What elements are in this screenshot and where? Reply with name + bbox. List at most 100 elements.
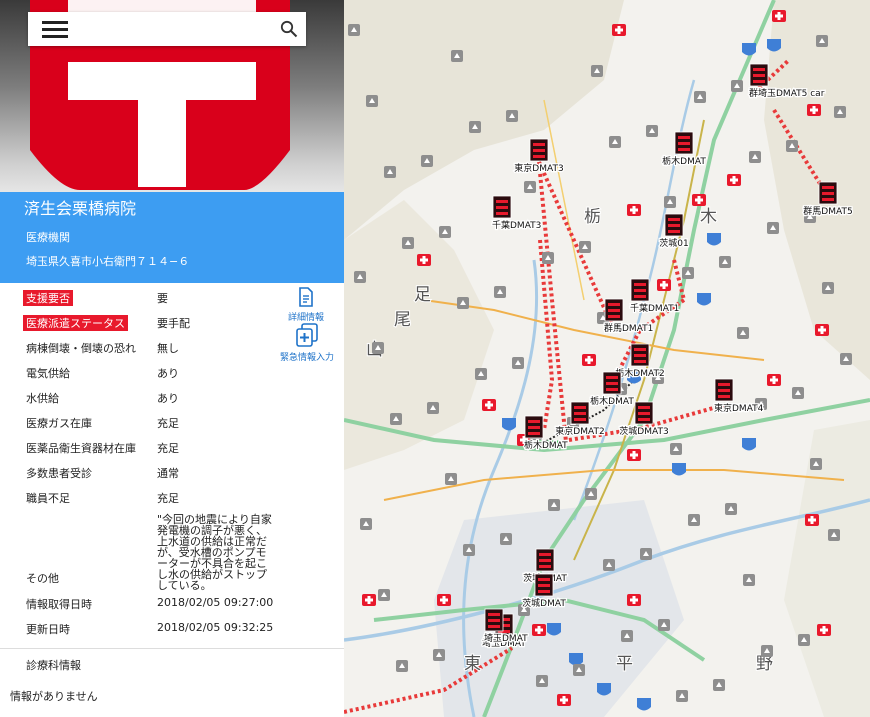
search-icon[interactable] (280, 20, 298, 38)
facility-pin-icon[interactable] (421, 155, 433, 167)
facility-pin-icon[interactable] (767, 222, 779, 234)
hospital-marker-icon[interactable] (582, 354, 596, 366)
facility-pin-icon[interactable] (591, 65, 603, 77)
hospital-marker-icon[interactable] (627, 449, 641, 461)
facility-pin-icon[interactable] (512, 357, 524, 369)
facility-pin-icon[interactable] (664, 196, 676, 208)
facility-pin-icon[interactable] (798, 634, 810, 646)
facility-pin-icon[interactable] (548, 499, 560, 511)
hospital-marker-icon[interactable] (692, 194, 706, 206)
facility-pin-icon[interactable] (384, 166, 396, 178)
hospital-marker-icon[interactable] (437, 594, 451, 606)
facility-pin-icon[interactable] (840, 353, 852, 365)
menu-icon[interactable] (42, 21, 68, 39)
facility-pin-icon[interactable] (810, 458, 822, 470)
dmat-unit-marker[interactable] (524, 415, 544, 439)
facility-pin-icon[interactable] (828, 529, 840, 541)
facility-pin-icon[interactable] (725, 503, 737, 515)
dmat-unit-marker[interactable] (529, 138, 549, 162)
facility-pin-icon[interactable] (585, 488, 597, 500)
facility-pin-icon[interactable] (366, 95, 378, 107)
facility-pin-icon[interactable] (390, 413, 402, 425)
facility-pin-icon[interactable] (646, 125, 658, 137)
facility-pin-icon[interactable] (354, 271, 366, 283)
facility-pin-icon[interactable] (676, 690, 688, 702)
hospital-marker-icon[interactable] (362, 594, 376, 606)
facility-pin-icon[interactable] (688, 514, 700, 526)
dmat-unit-marker[interactable] (634, 401, 654, 425)
hospital-marker-icon[interactable] (612, 24, 626, 36)
hospital-marker-icon[interactable] (532, 624, 546, 636)
hospital-marker-icon[interactable] (817, 624, 831, 636)
facility-pin-icon[interactable] (439, 226, 451, 238)
dmat-unit-marker[interactable] (714, 378, 734, 402)
hospital-marker-icon[interactable] (772, 10, 786, 22)
facility-pin-icon[interactable] (445, 473, 457, 485)
hospital-marker-icon[interactable] (727, 174, 741, 186)
dmat-unit-marker[interactable] (818, 181, 838, 205)
facility-pin-icon[interactable] (749, 151, 761, 163)
hospital-marker-icon[interactable] (557, 694, 571, 706)
hospital-marker-icon[interactable] (627, 594, 641, 606)
facility-pin-icon[interactable] (834, 106, 846, 118)
dmat-unit-marker[interactable] (484, 608, 504, 632)
facility-pin-icon[interactable] (621, 630, 633, 642)
facility-pin-icon[interactable] (609, 136, 621, 148)
facility-pin-icon[interactable] (427, 402, 439, 414)
facility-pin-icon[interactable] (475, 368, 487, 380)
dmat-unit-marker[interactable] (630, 343, 650, 367)
facility-pin-icon[interactable] (743, 574, 755, 586)
dmat-unit-marker[interactable] (602, 371, 622, 395)
map-view[interactable]: 栃木足尾山東平野 群埼玉DMAT5 car栃木DMAT埼玉DMAT東京DMAT3… (344, 0, 870, 717)
facility-pin-icon[interactable] (670, 443, 682, 455)
hospital-marker-icon[interactable] (417, 254, 431, 266)
facility-pin-icon[interactable] (524, 181, 536, 193)
facility-pin-icon[interactable] (500, 533, 512, 545)
facility-pin-icon[interactable] (579, 241, 591, 253)
department-section-title[interactable]: 診療科情報 (26, 657, 81, 673)
facility-pin-icon[interactable] (816, 35, 828, 47)
search-input[interactable] (78, 17, 252, 41)
facility-pin-icon[interactable] (348, 24, 360, 36)
dmat-unit-marker[interactable] (630, 278, 650, 302)
facility-pin-icon[interactable] (731, 80, 743, 92)
facility-pin-icon[interactable] (822, 282, 834, 294)
facility-pin-icon[interactable] (682, 267, 694, 279)
dmat-unit-marker[interactable] (570, 401, 590, 425)
facility-pin-icon[interactable] (396, 660, 408, 672)
facility-pin-icon[interactable] (713, 679, 725, 691)
facility-pin-icon[interactable] (536, 675, 548, 687)
facility-pin-icon[interactable] (469, 121, 481, 133)
facility-pin-icon[interactable] (506, 110, 518, 122)
emergency-input-button[interactable]: 緊急情報入力 (275, 323, 339, 363)
dmat-unit-marker[interactable] (749, 63, 769, 87)
facility-pin-icon[interactable] (573, 664, 585, 676)
facility-pin-icon[interactable] (694, 91, 706, 103)
facility-pin-icon[interactable] (378, 589, 390, 601)
facility-pin-icon[interactable] (402, 237, 414, 249)
facility-pin-icon[interactable] (640, 548, 652, 560)
hospital-marker-icon[interactable] (767, 374, 781, 386)
hospital-marker-icon[interactable] (805, 514, 819, 526)
facility-pin-icon[interactable] (457, 297, 469, 309)
dmat-unit-marker[interactable] (492, 195, 512, 219)
facility-pin-icon[interactable] (719, 256, 731, 268)
dmat-unit-marker[interactable] (604, 298, 624, 322)
facility-pin-icon[interactable] (372, 342, 384, 354)
facility-pin-icon[interactable] (761, 645, 773, 657)
hospital-marker-icon[interactable] (482, 399, 496, 411)
dmat-unit-marker[interactable] (535, 548, 555, 572)
hospital-marker-icon[interactable] (807, 104, 821, 116)
facility-pin-icon[interactable] (494, 286, 506, 298)
hospital-marker-icon[interactable] (815, 324, 829, 336)
facility-pin-icon[interactable] (658, 619, 670, 631)
facility-pin-icon[interactable] (463, 544, 475, 556)
facility-pin-icon[interactable] (737, 327, 749, 339)
facility-pin-icon[interactable] (433, 649, 445, 661)
facility-pin-icon[interactable] (542, 252, 554, 264)
hospital-marker-icon[interactable] (627, 204, 641, 216)
hospital-marker-icon[interactable] (657, 279, 671, 291)
dmat-unit-marker[interactable] (674, 131, 694, 155)
dmat-unit-marker[interactable] (664, 213, 684, 237)
facility-pin-icon[interactable] (792, 387, 804, 399)
